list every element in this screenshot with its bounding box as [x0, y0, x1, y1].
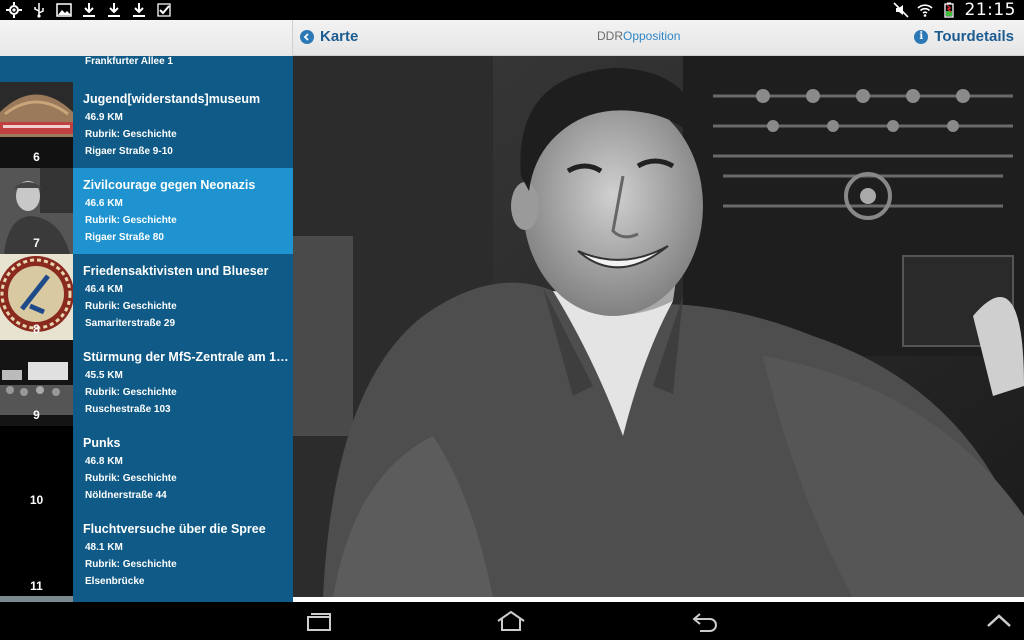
list-item-title: Jugend[widerstands]museum	[83, 92, 261, 106]
location-icon	[6, 2, 22, 18]
tour-details-button[interactable]: i Tourdetails	[914, 28, 1014, 45]
list-item-distance: 46.6 KM	[85, 198, 123, 209]
station-list[interactable]: 5 Frankfurter Allee 1 6 Jugend[widerstan…	[0, 56, 293, 602]
list-item-title: Fluchtversuche über die Spree	[83, 522, 266, 536]
list-item-category: Rubrik: Geschichte	[85, 129, 177, 140]
list-item-category: Rubrik: Geschichte	[85, 473, 177, 484]
list-item-address: Rigaer Straße 9-10	[85, 146, 173, 157]
list-item-distance: 48.1 KM	[85, 542, 123, 553]
list-item[interactable]: 6 Jugend[widerstands]museum 46.9 KM Rubr…	[0, 82, 293, 168]
list-item-category: Rubrik: Geschichte	[85, 215, 177, 226]
thumbnail: 9	[0, 340, 73, 426]
system-navigation-bar	[0, 602, 1024, 640]
list-item-selected[interactable]: 7 Zivilcourage gegen Neonazis 46.6 KM Ru…	[0, 168, 293, 254]
logo-part-ddr: DDR	[597, 29, 623, 43]
list-item[interactable]: 11 Fluchtversuche über die Spree 48.1 KM…	[0, 512, 293, 598]
list-item-title: Punks	[83, 436, 121, 450]
list-item-address: Nöldnerstraße 44	[85, 490, 167, 501]
download-icon	[131, 2, 147, 18]
usb-icon	[31, 2, 47, 18]
list-item[interactable]: 9 Stürmung der MfS-Zentrale am 15... 45.…	[0, 340, 293, 426]
chevron-up-icon[interactable]	[982, 608, 1016, 634]
thumbnail: 8	[0, 254, 73, 340]
logo-part-opposition: Opposition	[623, 29, 681, 43]
list-item-title: Zivilcourage gegen Neonazis	[83, 178, 256, 192]
recent-apps-icon[interactable]	[302, 608, 336, 634]
list-item-address: Elsenbrücke	[85, 576, 145, 587]
thumbnail: 11	[0, 512, 73, 598]
station-number: 7	[33, 236, 40, 250]
list-item-address: Rigaer Straße 80	[85, 232, 164, 243]
station-number: 9	[33, 408, 40, 422]
thumbnail: 6	[0, 82, 73, 168]
download-icon	[106, 2, 122, 18]
station-photo	[293, 56, 1024, 598]
wifi-icon	[916, 2, 933, 18]
list-item-distance: 46.8 KM	[85, 456, 123, 467]
list-item[interactable]: 8 Friedensaktivisten und Blueser 46.4 KM…	[0, 254, 293, 340]
battery-icon	[941, 2, 957, 18]
tour-details-label: Tourdetails	[934, 28, 1014, 45]
list-item-distance: 46.4 KM	[85, 284, 123, 295]
station-number: 6	[33, 150, 40, 164]
list-item-address: Samariterstraße 29	[85, 318, 176, 329]
list-header-strip	[0, 20, 293, 56]
back-button-label: Karte	[320, 28, 359, 45]
status-bar: 21:15	[0, 0, 1024, 20]
station-number: 11	[30, 579, 43, 593]
home-icon[interactable]	[494, 608, 528, 634]
list-item-address: Ruschestraße 103	[85, 404, 171, 415]
check-icon	[156, 2, 172, 18]
list-item-title: Friedensaktivisten und Blueser	[83, 264, 269, 278]
list-item-category: Rubrik: Geschichte	[85, 387, 177, 398]
list-item-category: Rubrik: Geschichte	[85, 559, 177, 570]
mute-icon	[892, 2, 909, 18]
back-icon[interactable]	[688, 608, 722, 634]
list-item-category: Rubrik: Geschichte	[85, 301, 177, 312]
thumbnail: 10	[0, 426, 73, 512]
list-item-distance: 46.9 KM	[85, 112, 123, 123]
station-number: 10	[29, 493, 44, 507]
list-item-distance: 45.5 KM	[85, 370, 123, 381]
download-icon	[81, 2, 97, 18]
arrow-left-icon	[300, 29, 314, 44]
list-item[interactable]: 10 Punks 46.8 KM Rubrik: Geschichte Nöld…	[0, 426, 293, 512]
list-item-title: Stürmung der MfS-Zentrale am 15...	[83, 350, 291, 364]
image-icon	[56, 2, 72, 18]
thumbnail: 7	[0, 168, 73, 254]
clock: 21:15	[964, 0, 1016, 20]
list-item-address: Frankfurter Allee 1	[85, 56, 173, 67]
info-icon: i	[914, 29, 929, 44]
back-to-map-button[interactable]: Karte	[300, 28, 358, 45]
action-bar: Karte DDROpposition i Tourdetails	[0, 20, 1024, 56]
station-number: 8	[33, 322, 40, 336]
app-logo: DDROpposition	[597, 29, 680, 43]
